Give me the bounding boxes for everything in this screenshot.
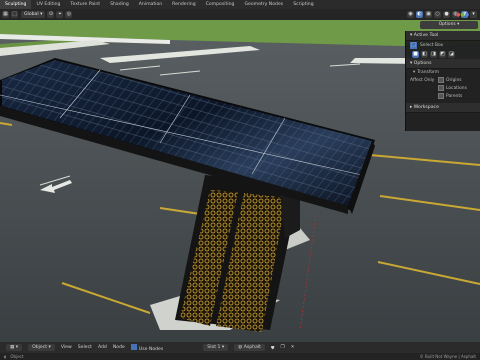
fake-user-icon[interactable]: ⛊ — [271, 345, 274, 351]
workspace-tab[interactable]: Shading — [105, 0, 134, 9]
use-nodes-toggle[interactable]: Use Nodes — [130, 343, 164, 352]
xray-icon[interactable]: ▣ — [425, 11, 432, 18]
workspace-tab[interactable]: Animation — [134, 0, 167, 9]
select-mode-row[interactable]: ■ ◧ ◨ ◩ ◪ — [406, 50, 480, 59]
select-mode-icon[interactable]: ⬚ — [11, 11, 18, 18]
mode-dropdown[interactable]: Object ▾ — [28, 344, 55, 351]
sidebar-tool-panel: ▾ Active Tool ⬚ Select Box ■ ◧ ◨ ◩ ◪ ▾ O… — [405, 31, 480, 131]
transform-title: Transform — [417, 70, 440, 75]
slot-dropdown[interactable]: Slot 1 ▾ — [203, 344, 229, 351]
transform-subsection[interactable]: ▾ Transform — [406, 69, 480, 76]
workspace-tab-bar: Sculpting UV Editing Texture Paint Shading A… — [0, 0, 480, 9]
workspace-tab[interactable]: Geometry Nodes — [239, 0, 288, 9]
pivot-icon[interactable]: ⊙ — [47, 11, 55, 18]
options-label: Options — [438, 22, 456, 27]
wireframe-shading-icon[interactable]: ○ — [434, 11, 441, 18]
mode-new-icon[interactable]: ■ — [412, 51, 419, 58]
duplicate-icon[interactable]: ❐ — [280, 345, 284, 350]
close-icon[interactable]: ✕ — [291, 345, 295, 350]
material-label: Asphalt — [243, 345, 261, 350]
active-tool-title: Active Tool — [413, 33, 439, 38]
use-nodes-checkbox[interactable] — [130, 343, 137, 350]
origins-checkbox[interactable] — [438, 77, 444, 83]
status-bar: ◖ Object © Built Not Wayne | Asphalt — [0, 353, 480, 360]
orientation-label: Global — [24, 12, 39, 17]
mode-intersect-icon[interactable]: ◪ — [448, 51, 455, 58]
snap-icon[interactable]: ⌖ — [56, 11, 64, 18]
view-object-types-icon[interactable]: ◉ — [407, 11, 414, 18]
workspace-tab[interactable]: UV Editing — [31, 0, 65, 9]
mode-subtract-icon[interactable]: ◨ — [430, 51, 437, 58]
active-tool-value: Select Box — [420, 43, 444, 48]
locations-label: Locations — [446, 85, 467, 91]
locations-checkbox[interactable] — [438, 85, 444, 91]
slot-label: Slot 1 — [207, 345, 221, 350]
affect-only-label: Affect Only — [410, 77, 435, 83]
solid-shading-icon[interactable]: ● — [443, 11, 450, 18]
menu-view[interactable]: View — [61, 345, 72, 350]
workspace-tab[interactable]: Scripting — [288, 0, 318, 9]
viewport-header: ▦ ⬚ Global ▾ ⊙ ⌖ ◎ ◉ ◐ ▣ ○ ● ◍ ◕ ▾ — [0, 9, 480, 20]
transform-orientation-dropdown[interactable]: Global ▾ — [21, 11, 46, 18]
active-tool-row[interactable]: ⬚ Select Box — [406, 41, 480, 50]
menu-select[interactable]: Select — [78, 345, 92, 350]
active-tool-section[interactable]: ▾ Active Tool — [406, 31, 480, 41]
mode-label: Object — [32, 345, 48, 350]
shading-options-icon[interactable]: ▾ — [470, 11, 477, 18]
proportional-icon[interactable]: ◎ — [65, 11, 73, 18]
options-title: Options — [413, 61, 432, 66]
options-button[interactable]: Options ▾ — [420, 21, 478, 29]
origins-label: Origins — [446, 77, 462, 83]
status-left-text: Object — [10, 354, 24, 359]
parents-row: Parents — [406, 92, 480, 100]
mode-extend-icon[interactable]: ◧ — [421, 51, 428, 58]
menu-node[interactable]: Node — [113, 345, 125, 350]
select-box-icon: ⬚ — [410, 42, 417, 49]
editor-type-icon[interactable]: ▦ — [2, 11, 9, 18]
axis-z-icon: ● — [464, 12, 470, 18]
locations-row: Locations — [406, 84, 480, 92]
material-selector[interactable]: ◍ Asphalt — [234, 344, 265, 351]
editor-type-button[interactable]: ▦ ▾ — [6, 344, 23, 351]
use-nodes-label: Use Nodes — [138, 346, 164, 352]
status-right-text: © Built Not Wayne | Asphalt — [419, 354, 476, 359]
mode-invert-icon[interactable]: ◩ — [439, 51, 446, 58]
mouse-icon: ◖ — [4, 354, 7, 359]
workspace-tab[interactable]: Compositing — [201, 0, 240, 9]
workspace-tab[interactable]: Rendering — [167, 0, 200, 9]
options-section[interactable]: ▾ Options — [406, 59, 480, 69]
workspace-section[interactable]: ▸ Workspace — [406, 103, 480, 113]
overlay-icon[interactable]: ◐ — [416, 11, 423, 18]
workspace-tab[interactable]: Sculpting — [0, 0, 32, 9]
affect-only-row: Affect Only Origins — [406, 76, 480, 84]
workspace-tab[interactable]: Texture Paint — [65, 0, 105, 9]
menu-add[interactable]: Add — [98, 345, 107, 350]
parents-label: Parents — [446, 93, 463, 99]
parents-checkbox[interactable] — [438, 93, 444, 99]
node-editor-header: ▦ ▾ Object ▾ View Select Add Node Use No… — [0, 342, 480, 353]
workspace-title: Workspace — [413, 105, 439, 110]
nav-gizmo-icon[interactable]: ●●● — [456, 12, 469, 18]
